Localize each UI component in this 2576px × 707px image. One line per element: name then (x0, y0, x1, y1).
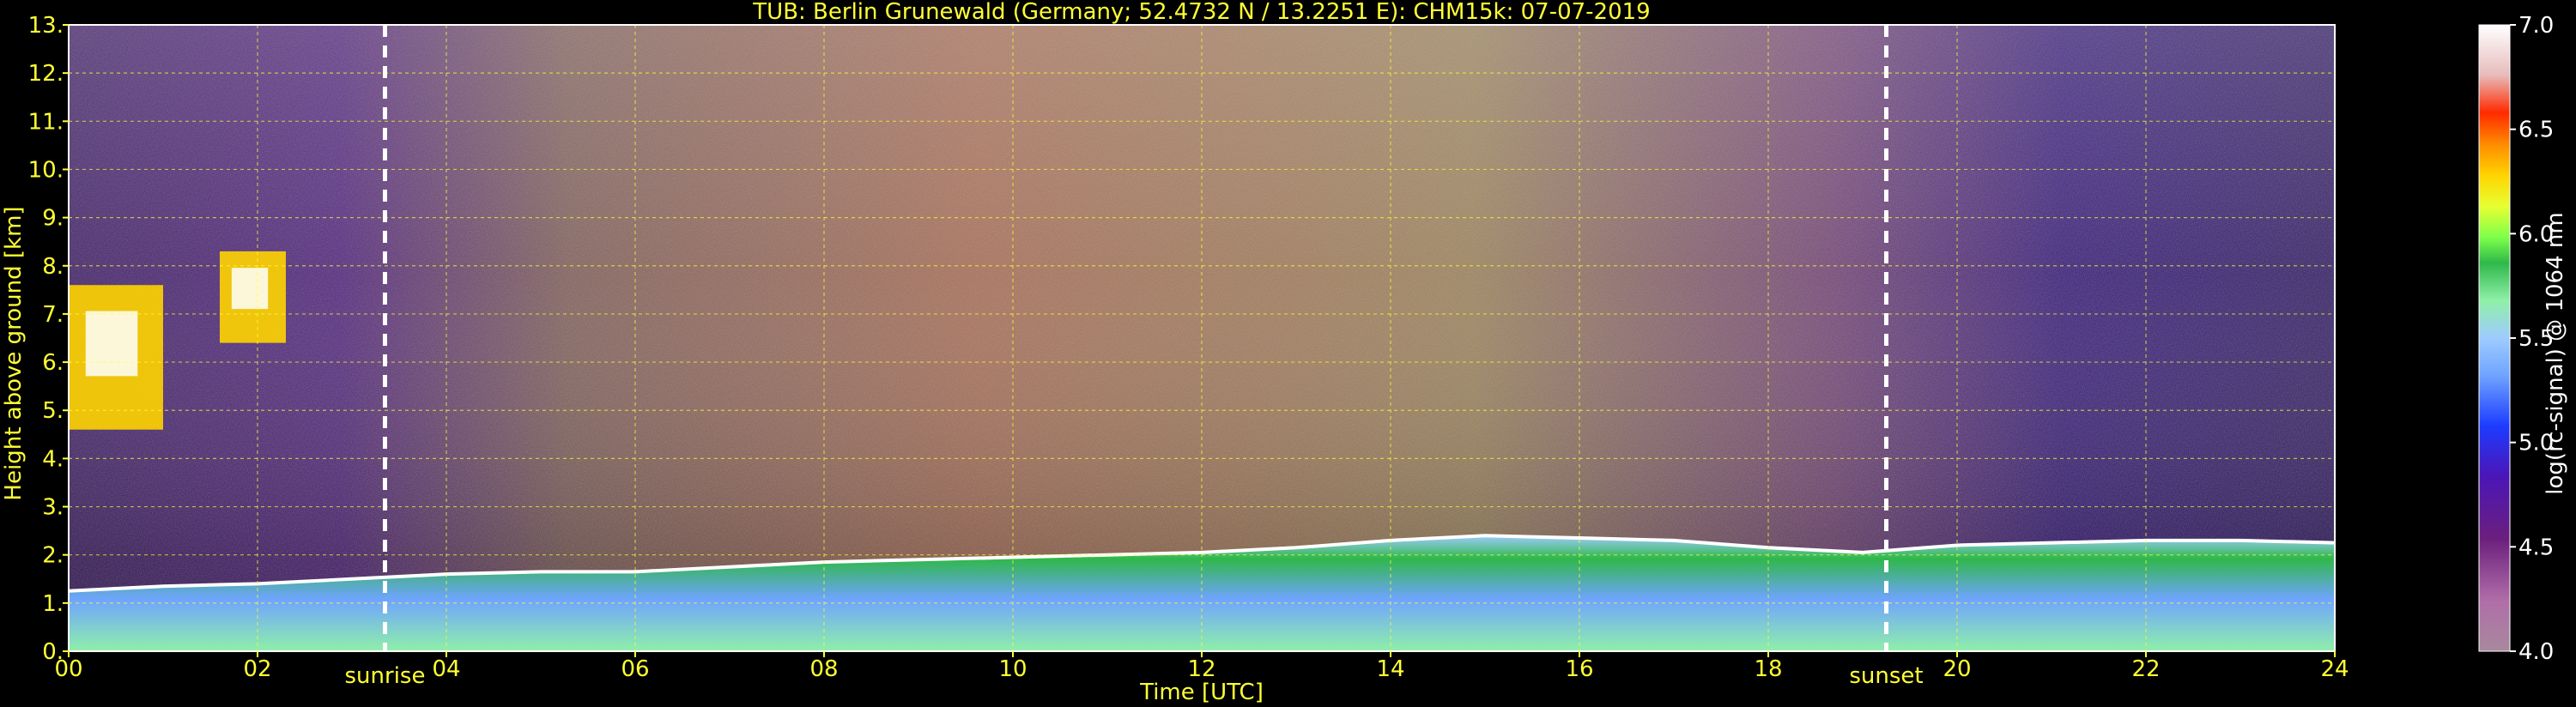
cloud-core-2 (231, 268, 269, 310)
colorbar-tick-label-1: 4.5 (2518, 535, 2554, 560)
x-tick-label-4: 08 (809, 656, 838, 682)
x-tick-label-1: 02 (243, 656, 271, 682)
colorbar-gradient (2478, 24, 2511, 652)
sunset-label: sunset (1849, 663, 1923, 689)
y-tick-label-11: 11. (28, 109, 64, 135)
cloud-core-1 (85, 311, 138, 377)
y-tick-label-0: 0. (42, 639, 64, 665)
x-tick-label-6: 12 (1187, 656, 1215, 682)
y-tick-label-13: 13. (28, 13, 64, 39)
x-tick-label-3: 06 (621, 656, 649, 682)
y-tick-label-2: 2. (42, 543, 64, 569)
x-tick-label-11: 22 (2131, 656, 2160, 682)
x-tick-label-9: 18 (1754, 656, 1782, 682)
x-tick-label-8: 16 (1565, 656, 1593, 682)
x-tick-label-12: 24 (2320, 656, 2349, 682)
x-tick-label-2: 04 (432, 656, 460, 682)
y-tick-label-10: 10. (28, 157, 64, 183)
x-tick-label-10: 20 (1943, 656, 1971, 682)
colorbar-label: log(rc-signal) @ 1064 nm (2543, 212, 2568, 494)
x-tick-label-7: 14 (1376, 656, 1404, 682)
chart-title: TUB: Berlin Grunewald (Germany; 52.4732 … (752, 0, 1650, 25)
sunrise-label: sunrise (345, 663, 426, 689)
x-tick-label-5: 10 (998, 656, 1027, 682)
colorbar-tick-label-6: 7.0 (2518, 13, 2554, 39)
y-tick-label-7: 7. (42, 302, 64, 328)
x-axis-label: Time [UTC] (1139, 680, 1264, 705)
y-tick-label-6: 6. (42, 350, 64, 376)
y-tick-label-12: 12. (28, 61, 64, 87)
y-axis-label: Height above ground [km] (1, 206, 27, 500)
plot-area: sunrise sunset (68, 24, 2336, 689)
y-tick-label-9: 9. (42, 206, 64, 232)
y-tick-label-8: 8. (42, 254, 64, 280)
y-tick-label-4: 4. (42, 446, 64, 472)
y-tick-label-5: 5. (42, 398, 64, 424)
lidar-chart: sunrise sunset 00 02 04 06 08 10 12 14 16 18 20 22 24… (0, 0, 2576, 707)
y-tick-label-1: 1. (42, 591, 64, 617)
colorbar-tick-label-5: 6.5 (2518, 118, 2554, 143)
y-tick-label-3: 3. (42, 495, 64, 521)
colorbar-tick-label-0: 4.0 (2518, 639, 2554, 665)
